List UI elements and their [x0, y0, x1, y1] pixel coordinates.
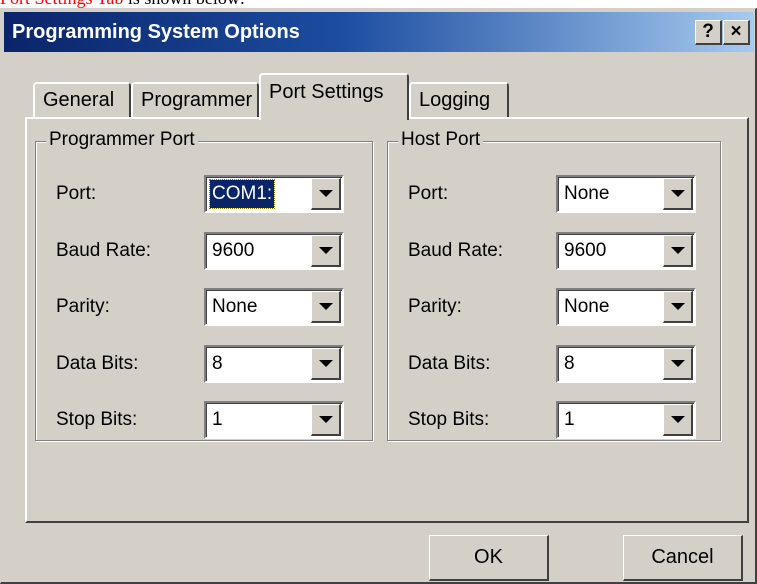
tab-general[interactable]: General [33, 82, 131, 118]
host-databits-label: Data Bits: [408, 353, 491, 374]
programmer-databits-label: Data Bits: [56, 353, 139, 374]
programmer-stopbits-label: Stop Bits: [56, 409, 138, 430]
host-parity-label: Parity: [408, 296, 462, 317]
chevron-down-icon [671, 190, 685, 197]
programmer-port-select[interactable]: COM1: [204, 175, 344, 213]
host-baud-dropdown-button[interactable] [663, 235, 693, 267]
programmer-baud-value: 9600 [212, 240, 255, 261]
host-stopbits-value: 1 [564, 409, 575, 430]
tab-programmer[interactable]: Programmer [131, 82, 259, 118]
programmer-port-value: COM1: [208, 179, 276, 209]
host-stopbits-label: Stop Bits: [408, 409, 490, 430]
host-databits-select[interactable]: 8 [556, 345, 696, 383]
ok-button[interactable]: OK [429, 535, 549, 581]
programmer-parity-value: None [212, 296, 258, 317]
host-stopbits-select[interactable]: 1 [556, 401, 696, 439]
window-title: Programming System Options [12, 21, 300, 43]
programmer-baud-select[interactable]: 9600 [204, 232, 344, 270]
chevron-down-icon [319, 360, 333, 367]
host-parity-dropdown-button[interactable] [663, 291, 693, 323]
host-parity-select[interactable]: None [556, 288, 696, 326]
host-baud-select[interactable]: 9600 [556, 232, 696, 270]
programmer-stopbits-value: 1 [212, 409, 223, 430]
chevron-down-icon [319, 190, 333, 197]
close-button[interactable]: × [723, 20, 750, 45]
chevron-down-icon [671, 416, 685, 423]
host-baud-label: Baud Rate: [408, 240, 504, 261]
host-port-group: Host Port Port: None Baud Rate: 9600 Par… [387, 128, 721, 441]
programmer-databits-dropdown-button[interactable] [311, 348, 341, 380]
host-baud-value: 9600 [564, 240, 607, 261]
chevron-down-icon [671, 303, 685, 310]
host-databits-value: 8 [564, 353, 575, 374]
host-port-title: Host Port [398, 128, 484, 152]
programmer-baud-dropdown-button[interactable] [311, 235, 341, 267]
programmer-port-title: Programmer Port [46, 128, 198, 152]
chevron-down-icon [671, 247, 685, 254]
caption-text: Port Settings Tab is shown below: [0, 0, 245, 8]
tab-logging[interactable]: Logging [409, 82, 509, 118]
programmer-databits-value: 8 [212, 353, 223, 374]
programmer-databits-select[interactable]: 8 [204, 345, 344, 383]
programmer-stopbits-select[interactable]: 1 [204, 401, 344, 439]
tab-panel-port-settings: Programmer Port Port: COM1: Baud Rate: 9… [25, 117, 749, 523]
programmer-parity-label: Parity: [56, 296, 110, 317]
programmer-stopbits-dropdown-button[interactable] [311, 404, 341, 436]
cancel-button[interactable]: Cancel [623, 535, 743, 581]
caption-highlight: Port Settings Tab [0, 0, 123, 8]
host-port-label: Port: [408, 183, 449, 204]
chevron-down-icon [671, 360, 685, 367]
programmer-port-dropdown-button[interactable] [311, 178, 341, 210]
tab-port-settings[interactable]: Port Settings [259, 73, 409, 120]
programmer-baud-label: Baud Rate: [56, 240, 152, 261]
programmer-port-group: Programmer Port Port: COM1: Baud Rate: 9… [35, 128, 373, 441]
caption-rest: is shown below: [123, 0, 245, 8]
host-stopbits-dropdown-button[interactable] [663, 404, 693, 436]
title-bar[interactable]: Programming System Options ? × [4, 12, 754, 52]
programmer-port-label: Port: [56, 183, 97, 204]
programmer-parity-select[interactable]: None [204, 288, 344, 326]
chevron-down-icon [319, 247, 333, 254]
host-parity-value: None [564, 296, 610, 317]
host-port-select[interactable]: None [556, 175, 696, 213]
host-port-value: None [564, 183, 610, 204]
host-port-dropdown-button[interactable] [663, 178, 693, 210]
programmer-parity-dropdown-button[interactable] [311, 291, 341, 323]
dialog-window: Programming System Options ? × General P… [0, 8, 757, 584]
chevron-down-icon [319, 303, 333, 310]
host-databits-dropdown-button[interactable] [663, 348, 693, 380]
help-button[interactable]: ? [695, 20, 722, 45]
chevron-down-icon [319, 416, 333, 423]
